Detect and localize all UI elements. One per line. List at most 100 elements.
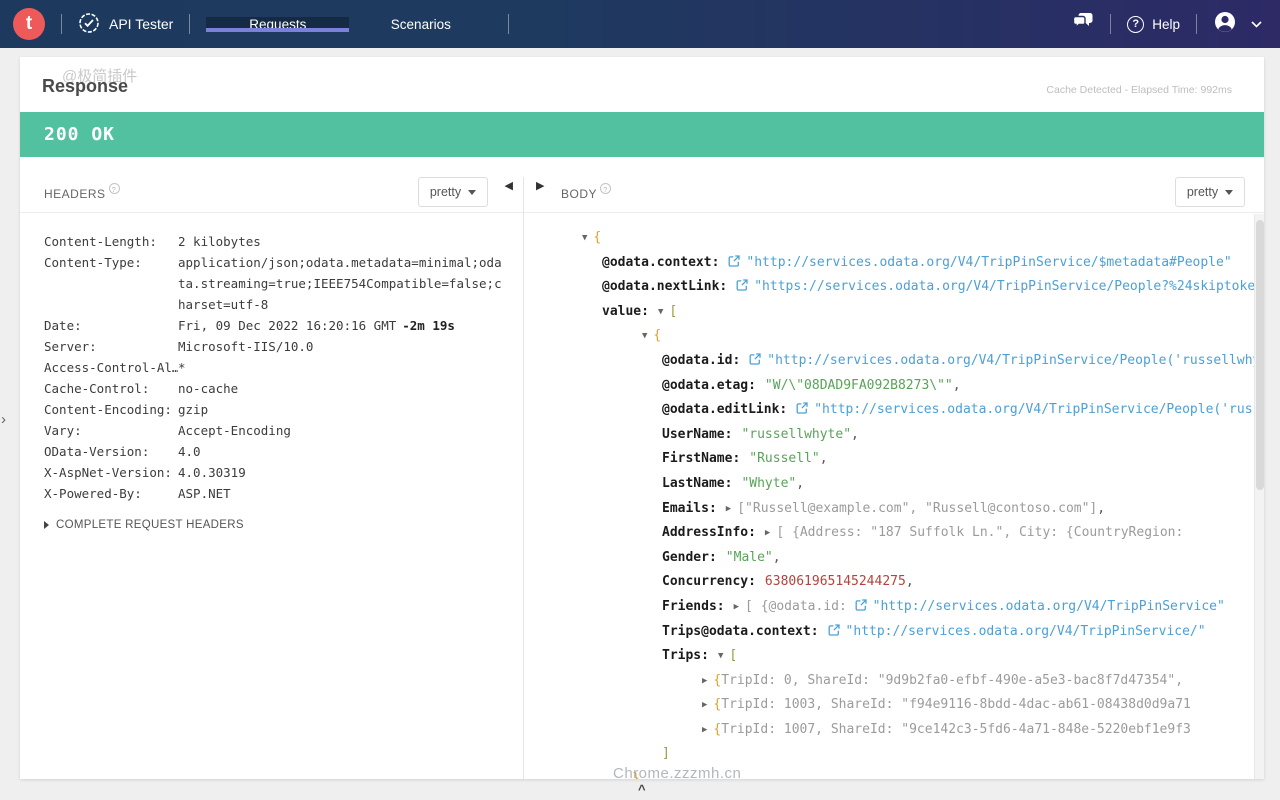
collapse-toggle-icon[interactable]: ▼ xyxy=(582,233,587,243)
json-line: ▼{ xyxy=(582,226,1254,251)
json-punct: , xyxy=(953,378,961,393)
external-link-icon[interactable] xyxy=(828,624,840,639)
help-icon[interactable]: ? xyxy=(109,183,120,194)
header-value: * xyxy=(178,357,504,378)
external-link-icon[interactable] xyxy=(736,279,748,294)
json-string: "Russell" xyxy=(749,451,819,466)
header-key: Content-Type: xyxy=(44,252,178,315)
json-line: UserName:"russellwhyte", xyxy=(582,423,1254,448)
json-brace: { xyxy=(653,328,661,343)
json-line: Gender:"Male", xyxy=(582,546,1254,571)
expand-toggle-icon[interactable]: ▶ xyxy=(734,602,739,612)
json-key: value: xyxy=(602,304,649,319)
header-row: Vary:Accept-Encoding xyxy=(44,420,504,441)
json-preview: ["Russell@example.com", "Russell@contoso… xyxy=(737,501,1097,516)
external-link-icon[interactable] xyxy=(796,402,808,417)
json-punct: , xyxy=(640,771,648,779)
complete-request-headers-label: COMPLETE REQUEST HEADERS xyxy=(56,519,244,531)
json-link[interactable]: "https://services.odata.org/V4/TripPinSe… xyxy=(754,279,1254,294)
divider xyxy=(1110,14,1111,34)
header-key: Cache-Control: xyxy=(44,378,178,399)
expand-toggle-icon xyxy=(44,521,49,529)
collapse-toggle-icon[interactable]: ▼ xyxy=(718,651,723,661)
header-key: Server: xyxy=(44,336,178,357)
json-string: "Male" xyxy=(726,550,773,565)
scroll-up-indicator[interactable]: ^ xyxy=(638,782,646,797)
external-link-icon[interactable] xyxy=(855,599,867,614)
json-string: "W/\"08DAD9FA092B8273\"" xyxy=(765,378,953,393)
divider xyxy=(189,14,190,34)
json-line: Concurrency:638061965145244275, xyxy=(582,570,1254,595)
json-line: Trips@odata.context:"http://services.oda… xyxy=(582,620,1254,645)
header-value: 4.0 xyxy=(178,441,504,462)
expand-toggle-icon[interactable]: ▶ xyxy=(765,528,770,538)
json-line: @odata.id:"http://services.odata.org/V4/… xyxy=(582,349,1254,374)
json-link[interactable]: "http://services.odata.org/V4/TripPinSer… xyxy=(767,353,1254,368)
json-punct: , xyxy=(820,451,828,466)
help-button[interactable]: ? Help xyxy=(1127,16,1180,33)
json-link[interactable]: "http://services.odata.org/V4/TripPinSer… xyxy=(846,624,1206,639)
chat-icon[interactable] xyxy=(1072,12,1094,36)
json-link[interactable]: "http://services.odata.org/V4/TripPinSer… xyxy=(873,599,1225,614)
scrollbar-thumb[interactable] xyxy=(1256,220,1264,490)
json-key: Concurrency: xyxy=(662,574,756,589)
help-label: Help xyxy=(1152,17,1180,32)
divider xyxy=(508,14,509,34)
expand-toggle-icon[interactable]: ▶ xyxy=(726,504,731,514)
json-key: @odata.etag: xyxy=(662,378,756,393)
header-key: Content-Length: xyxy=(44,231,178,252)
header-value: Fri, 09 Dec 2022 16:20:16 GMT-2m 19s xyxy=(178,315,504,336)
header-key: Date: xyxy=(44,315,178,336)
header-row: Date:Fri, 09 Dec 2022 16:20:16 GMT-2m 19… xyxy=(44,315,504,336)
json-key: @odata.editLink: xyxy=(662,402,787,417)
help-icon[interactable]: ? xyxy=(600,183,611,194)
status-code-label: 200 OK xyxy=(44,124,115,145)
header-value: no-cache xyxy=(178,378,504,399)
header-row: X-AspNet-Version:4.0.30319 xyxy=(44,462,504,483)
body-label: BODY xyxy=(561,187,597,201)
tab-requests-label: Requests xyxy=(249,17,306,32)
header-value: ASP.NET xyxy=(178,483,504,504)
json-key: @odata.nextLink: xyxy=(602,279,727,294)
tab-scenarios[interactable]: Scenarios xyxy=(349,17,492,32)
collapse-left-arrow[interactable]: ◀ xyxy=(505,179,513,192)
headers-format-dropdown[interactable]: pretty xyxy=(418,177,488,207)
collapse-toggle-icon[interactable]: ▼ xyxy=(658,307,663,317)
json-link[interactable]: "http://services.odata.org/V4/TripPinSer… xyxy=(746,255,1231,270)
json-preview: [ {Address: "187 Suffolk Ln.", City: {Co… xyxy=(776,525,1183,540)
app-logo[interactable]: t xyxy=(13,8,45,40)
body-panel-header: ▶ BODY? pretty xyxy=(524,157,1264,213)
json-key: Emails: xyxy=(662,501,717,516)
json-link[interactable]: "http://services.odata.org/V4/TripPinSer… xyxy=(814,402,1254,417)
json-number: 638061965145244275 xyxy=(765,574,906,589)
divider xyxy=(1196,14,1197,34)
json-key: UserName: xyxy=(662,427,732,442)
complete-request-headers-toggle[interactable]: COMPLETE REQUEST HEADERS xyxy=(44,519,244,531)
body-scrollbar[interactable] xyxy=(1254,214,1264,779)
headers-panel-title: HEADERS? xyxy=(44,183,120,201)
header-value: gzip xyxy=(178,399,504,420)
divider xyxy=(61,14,62,34)
sidebar-expand-chevron[interactable]: › xyxy=(1,411,6,428)
json-line: @odata.context:"http://services.odata.or… xyxy=(582,251,1254,276)
caret-down-icon xyxy=(1225,190,1233,195)
top-navbar: t API Tester Requests Scenarios ? Help xyxy=(0,0,1280,48)
expand-toggle-icon[interactable]: ▶ xyxy=(702,725,707,735)
chevron-down-icon[interactable] xyxy=(1251,15,1262,33)
json-line: Trips:▼[ xyxy=(582,644,1254,669)
body-panel-title: BODY? xyxy=(561,183,611,201)
tab-requests[interactable]: Requests xyxy=(206,17,349,32)
caret-down-icon xyxy=(468,190,476,195)
expand-toggle-icon[interactable]: ▶ xyxy=(702,676,707,686)
account-avatar-icon[interactable] xyxy=(1213,10,1237,39)
collapse-toggle-icon[interactable]: ▼ xyxy=(642,331,647,341)
json-preview: [ {@odata.id: xyxy=(745,599,855,614)
json-preview: TripId: 1003, ShareId: "f94e9116-8bdd-4d… xyxy=(721,697,1191,712)
collapse-right-arrow[interactable]: ▶ xyxy=(536,179,544,192)
cache-elapsed-meta: Cache Detected - Elapsed Time: 992ms xyxy=(1046,84,1232,96)
body-format-dropdown[interactable]: pretty xyxy=(1175,177,1245,207)
external-link-icon[interactable] xyxy=(749,353,761,368)
json-bracket: [ xyxy=(729,648,737,663)
external-link-icon[interactable] xyxy=(728,255,740,270)
expand-toggle-icon[interactable]: ▶ xyxy=(702,700,707,710)
